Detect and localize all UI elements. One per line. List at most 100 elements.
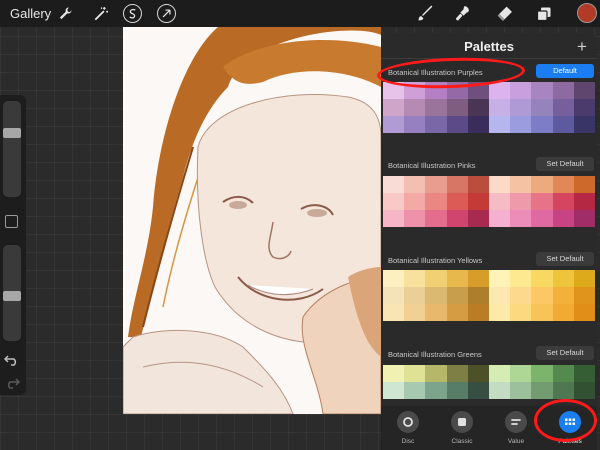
color-swatch[interactable]: [573, 304, 595, 321]
tab-value[interactable]: Value: [489, 406, 543, 450]
color-swatch[interactable]: [510, 365, 532, 382]
color-swatch[interactable]: [510, 304, 532, 321]
color-swatch[interactable]: [446, 176, 468, 193]
color-swatch[interactable]: [510, 82, 532, 99]
gallery-button[interactable]: Gallery: [10, 6, 51, 21]
modify-button[interactable]: [5, 215, 18, 228]
color-swatch[interactable]: [446, 365, 468, 382]
color-swatch[interactable]: [425, 382, 447, 399]
color-swatch[interactable]: [404, 365, 426, 382]
color-swatch[interactable]: [383, 382, 405, 399]
color-swatch[interactable]: [446, 116, 468, 133]
color-swatch[interactable]: [467, 365, 489, 382]
color-swatch[interactable]: [446, 99, 468, 116]
brush-size-slider[interactable]: [3, 101, 21, 197]
color-swatch[interactable]: [404, 287, 426, 304]
color-swatch[interactable]: [552, 382, 574, 399]
color-swatch[interactable]: [489, 382, 511, 399]
brush-size-thumb[interactable]: [3, 128, 21, 138]
color-swatch[interactable]: [383, 287, 405, 304]
color-swatch[interactable]: [383, 210, 405, 227]
color-swatch[interactable]: [425, 287, 447, 304]
color-swatch[interactable]: [552, 116, 574, 133]
color-swatch[interactable]: [467, 99, 489, 116]
color-swatch[interactable]: [446, 210, 468, 227]
color-swatch[interactable]: [489, 82, 511, 99]
color-swatch[interactable]: [552, 99, 574, 116]
color-swatch[interactable]: [404, 82, 426, 99]
brush-icon[interactable]: [415, 3, 436, 24]
palette-name-greens[interactable]: Botanical Illustration Greens: [388, 350, 482, 359]
set-default-button-pinks[interactable]: Set Default: [536, 157, 594, 171]
color-swatch[interactable]: [383, 82, 405, 99]
color-swatch[interactable]: [531, 176, 553, 193]
color-swatch[interactable]: [446, 82, 468, 99]
color-swatch[interactable]: [573, 99, 595, 116]
color-swatch[interactable]: [383, 99, 405, 116]
color-swatch[interactable]: [531, 287, 553, 304]
color-swatch[interactable]: [531, 270, 553, 287]
color-swatch[interactable]: [425, 99, 447, 116]
color-swatch[interactable]: [467, 82, 489, 99]
color-swatch[interactable]: [425, 193, 447, 210]
color-swatch[interactable]: [573, 270, 595, 287]
color-swatch[interactable]: [573, 382, 595, 399]
color-swatch[interactable]: [573, 116, 595, 133]
color-swatch[interactable]: [467, 304, 489, 321]
color-swatch[interactable]: [489, 365, 511, 382]
color-swatch[interactable]: [467, 193, 489, 210]
color-swatch[interactable]: [404, 176, 426, 193]
color-swatch[interactable]: [383, 176, 405, 193]
color-swatch[interactable]: [489, 270, 511, 287]
color-swatch[interactable]: [489, 287, 511, 304]
set-default-button-greens[interactable]: Set Default: [536, 346, 594, 360]
color-swatch[interactable]: [489, 304, 511, 321]
color-swatch[interactable]: [425, 270, 447, 287]
color-swatch[interactable]: [425, 116, 447, 133]
color-swatch[interactable]: [489, 176, 511, 193]
magic-wand-icon[interactable]: [91, 3, 112, 24]
color-swatch[interactable]: [489, 116, 511, 133]
color-swatch[interactable]: [446, 270, 468, 287]
add-palette-button[interactable]: +: [577, 38, 587, 55]
color-swatch[interactable]: [404, 382, 426, 399]
color-swatch[interactable]: [531, 210, 553, 227]
color-swatch[interactable]: [510, 382, 532, 399]
color-swatch[interactable]: [552, 193, 574, 210]
color-swatch[interactable]: [425, 176, 447, 193]
color-swatch[interactable]: [531, 82, 553, 99]
palette-name-purples[interactable]: Botanical Illustration Purples: [388, 68, 483, 77]
color-swatch[interactable]: [425, 210, 447, 227]
tab-classic[interactable]: Classic: [435, 406, 489, 450]
opacity-slider[interactable]: [3, 245, 21, 341]
current-color-swatch[interactable]: [577, 3, 597, 23]
color-swatch[interactable]: [383, 116, 405, 133]
smudge-icon[interactable]: [452, 3, 473, 24]
color-swatch[interactable]: [531, 382, 553, 399]
color-swatch[interactable]: [467, 210, 489, 227]
color-swatch[interactable]: [467, 176, 489, 193]
color-swatch[interactable]: [510, 176, 532, 193]
color-swatch[interactable]: [552, 287, 574, 304]
color-swatch[interactable]: [383, 193, 405, 210]
color-swatch[interactable]: [531, 365, 553, 382]
color-swatch[interactable]: [531, 304, 553, 321]
tab-palettes[interactable]: Palettes: [543, 406, 597, 450]
color-swatch[interactable]: [552, 82, 574, 99]
color-swatch[interactable]: [404, 210, 426, 227]
color-swatch[interactable]: [446, 287, 468, 304]
color-swatch[interactable]: [404, 193, 426, 210]
color-swatch[interactable]: [510, 270, 532, 287]
color-swatch[interactable]: [573, 287, 595, 304]
color-swatch[interactable]: [573, 82, 595, 99]
color-swatch[interactable]: [552, 270, 574, 287]
color-swatch[interactable]: [446, 382, 468, 399]
layers-icon[interactable]: [533, 3, 554, 24]
color-swatch[interactable]: [425, 82, 447, 99]
color-swatch[interactable]: [573, 365, 595, 382]
color-swatch[interactable]: [510, 99, 532, 116]
color-swatch[interactable]: [531, 116, 553, 133]
color-swatch[interactable]: [531, 193, 553, 210]
color-swatch[interactable]: [467, 270, 489, 287]
color-swatch[interactable]: [573, 193, 595, 210]
